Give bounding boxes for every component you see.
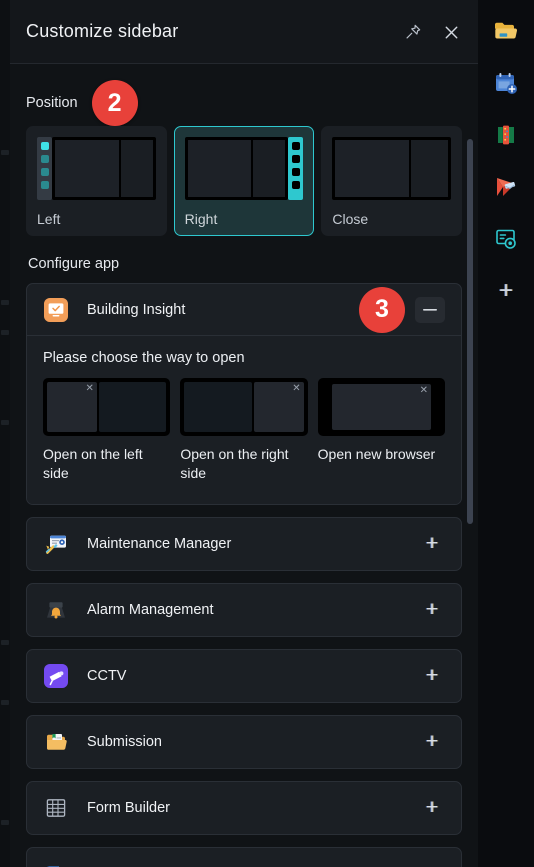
open-option-new-browser[interactable]: ✕ Open new browser: [317, 378, 445, 484]
app-card-cctv: CCTV +: [26, 648, 462, 703]
app-name: Submission: [87, 733, 162, 750]
position-option-left[interactable]: Left: [26, 126, 167, 236]
open-new-browser-icon: ✕: [317, 378, 445, 436]
app-card-form-builder: Form Builder +: [26, 780, 462, 835]
position-option-label: Left: [37, 211, 61, 227]
position-options: Left Right Close: [26, 126, 463, 236]
plus-icon: +: [425, 664, 439, 688]
panel-body: Position 2 Left Right Close Configure ap…: [10, 64, 478, 867]
building-insight-icon: [43, 297, 69, 323]
plus-icon: +: [498, 277, 513, 304]
send-message-icon: [493, 174, 519, 200]
customize-sidebar-panel: Customize sidebar Position 2 Left Right …: [10, 0, 478, 867]
app-row[interactable]: CCTV +: [27, 650, 461, 702]
close-icon: [442, 23, 461, 42]
page-title: Customize sidebar: [26, 21, 179, 41]
rail-item-document-view[interactable]: [489, 222, 523, 256]
plus-icon: +: [425, 796, 439, 820]
window-right-sidebar-icon: [184, 137, 304, 200]
close-icon: ✕: [419, 385, 428, 396]
document-view-icon: [493, 226, 519, 252]
app-card-submission: Submission +: [26, 714, 462, 769]
background-page: [0, 0, 10, 867]
rail-item-send[interactable]: [489, 170, 523, 204]
collapse-app-button[interactable]: [415, 296, 445, 323]
add-app-button[interactable]: +: [419, 531, 445, 557]
app-card-building-insight: Building Insight 3 Please choose the way…: [26, 283, 462, 505]
add-app-button[interactable]: +: [419, 795, 445, 821]
open-options: ✕ Open on the left side ✕ Open on the ri…: [43, 378, 445, 484]
open-option-label: Open on the left side: [43, 446, 143, 482]
calendar-add-icon: [493, 70, 519, 96]
open-left-pane-icon: ✕: [43, 378, 171, 436]
open-option-label: Open on the right side: [180, 446, 289, 482]
position-option-label: Right: [184, 211, 218, 227]
alarm-management-icon: [43, 597, 69, 623]
app-row[interactable]: Submission +: [27, 716, 461, 768]
app-name: Form Builder: [87, 799, 170, 816]
position-option-label: Close: [332, 211, 369, 227]
window-no-sidebar-icon: [332, 137, 452, 200]
app-row[interactable]: Maintenance Manager +: [27, 518, 461, 570]
app-row[interactable]: Form Builder +: [27, 782, 461, 834]
permit-to-work-icon: [43, 861, 69, 867]
close-icon: ✕: [292, 383, 301, 394]
pin-button[interactable]: [400, 19, 426, 45]
open-option-left-side[interactable]: ✕ Open on the left side: [43, 378, 171, 484]
plus-icon: +: [425, 730, 439, 754]
close-button[interactable]: [438, 19, 464, 45]
minus-icon: [423, 308, 437, 311]
window-left-sidebar-icon: [37, 137, 156, 200]
step-badge-3: 3: [359, 286, 405, 333]
book-bookmark-icon: [493, 122, 519, 148]
folder-open-icon: [493, 18, 519, 44]
open-option-label: Open new browser: [317, 446, 436, 462]
app-name: CCTV: [87, 667, 127, 684]
position-label-row: Position 2: [26, 64, 462, 126]
plus-icon: +: [425, 532, 439, 556]
add-app-button[interactable]: +: [419, 597, 445, 623]
header-actions: [400, 0, 464, 64]
open-option-right-side[interactable]: ✕ Open on the right side: [180, 378, 308, 484]
cctv-icon: [43, 663, 69, 689]
app-name: Alarm Management: [87, 601, 214, 618]
add-app-button[interactable]: +: [419, 729, 445, 755]
position-label: Position: [26, 95, 78, 111]
form-builder-icon: [43, 795, 69, 821]
app-open-options-panel: Please choose the way to open ✕ Open on …: [27, 336, 461, 504]
panel-header: Customize sidebar: [10, 0, 478, 64]
app-row-header[interactable]: Building Insight 3: [27, 284, 461, 336]
open-right-pane-icon: ✕: [180, 378, 308, 436]
position-option-right[interactable]: Right: [173, 126, 315, 236]
add-app-button[interactable]: +: [419, 861, 445, 867]
plus-icon: +: [425, 598, 439, 622]
position-option-close[interactable]: Close: [321, 126, 463, 236]
pin-icon: [404, 23, 422, 41]
submission-icon: [43, 729, 69, 755]
rail-item-folder[interactable]: [489, 14, 523, 48]
app-name: Maintenance Manager: [87, 535, 232, 552]
scrollbar-thumb[interactable]: [467, 139, 473, 524]
app-card-alarm-management: Alarm Management +: [26, 582, 462, 637]
scrollbar-track[interactable]: [466, 64, 474, 867]
rail-item-book[interactable]: [489, 118, 523, 152]
close-icon: ✕: [85, 383, 94, 394]
step-badge-2: 2: [91, 80, 138, 126]
screen: + Customize sidebar Position 2 Left Righ…: [0, 0, 534, 867]
app-rail: +: [478, 0, 534, 867]
rail-item-calendar[interactable]: [489, 66, 523, 100]
maintenance-manager-icon: [43, 531, 69, 557]
app-card-permit-to-work: Permit-to-work +: [26, 846, 462, 867]
rail-add-button[interactable]: +: [489, 274, 523, 308]
add-app-button[interactable]: +: [419, 663, 445, 689]
app-card-maintenance-manager: Maintenance Manager +: [26, 516, 462, 571]
app-row[interactable]: Alarm Management +: [27, 584, 461, 636]
plus-icon: +: [426, 863, 438, 867]
app-row[interactable]: Permit-to-work +: [27, 848, 461, 867]
configure-app-label: Configure app: [28, 256, 120, 272]
open-prompt: Please choose the way to open: [43, 350, 245, 366]
